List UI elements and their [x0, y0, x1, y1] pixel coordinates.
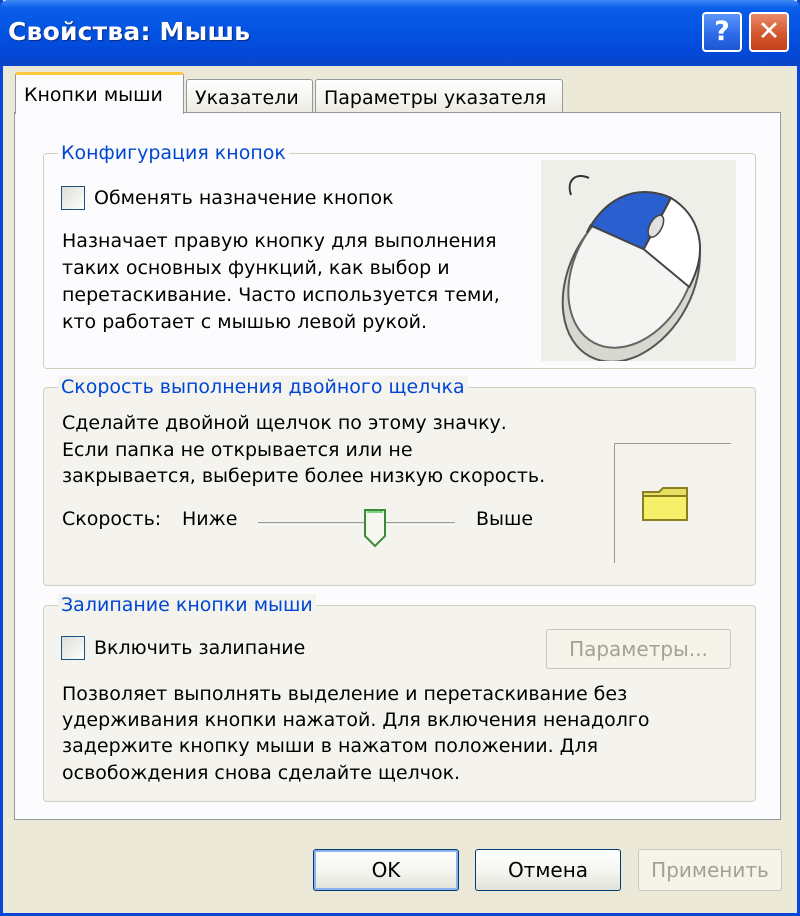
click-lock-settings-button[interactable]: Параметры...	[546, 629, 731, 669]
button-config-desc-line-3: перетаскивание. Часто используется теми,	[62, 284, 500, 306]
speed-fast-label: Выше	[476, 508, 534, 530]
click-lock-desc-line-4: освобождения снова сделайте щелчок.	[62, 762, 461, 784]
double-click-desc-line-1: Сделайте двойной щелчок по этому значку.	[62, 412, 507, 434]
click-lock-label[interactable]: Включить залипание	[94, 635, 305, 661]
folder-icon[interactable]	[641, 484, 691, 524]
swap-buttons-checkbox[interactable]	[61, 186, 85, 210]
mouse-icon	[541, 160, 736, 363]
ok-button[interactable]: OK	[313, 849, 459, 891]
click-lock-title: Залипание кнопки мыши	[58, 594, 316, 616]
speed-slider-thumb[interactable]	[363, 508, 387, 554]
button-config-title: Конфигурация кнопок	[58, 142, 289, 164]
tab-pointer-options[interactable]: Параметры указателя	[315, 79, 563, 115]
speed-label: Скорость:	[62, 508, 162, 530]
swap-buttons-label[interactable]: Обменять назначение кнопок	[94, 185, 394, 211]
click-lock-desc-line-1: Позволяет выполнять выделение и перетаск…	[62, 683, 628, 705]
title-bar[interactable]: Свойства: Мышь ? ✕	[0, 0, 800, 66]
speed-slider-track[interactable]	[258, 522, 455, 525]
button-config-desc-line-4: кто работает с мышью левой рукой.	[62, 311, 428, 333]
click-lock-desc-line-3: задержите кнопку мыши в нажатом положени…	[62, 735, 599, 757]
click-lock-desc-line-2: удерживания кнопки нажатой. Для включени…	[62, 709, 650, 731]
tab-pointers[interactable]: Указатели	[186, 79, 313, 115]
double-click-desc-line-2: Если папка не открывается или не	[62, 439, 413, 461]
button-config-desc-line-2: таких основных функций, как выбор и	[62, 257, 450, 279]
cancel-button[interactable]: Отмена	[475, 849, 621, 891]
speed-slow-label: Ниже	[182, 508, 238, 530]
tab-mouse-buttons[interactable]: Кнопки мыши	[15, 72, 184, 114]
apply-button[interactable]: Применить	[638, 849, 782, 891]
click-lock-checkbox[interactable]	[61, 636, 85, 660]
double-click-desc-line-3: закрывается, выберите более низкую скоро…	[62, 465, 546, 487]
close-button[interactable]: ✕	[749, 12, 789, 52]
test-folder-area[interactable]	[614, 443, 731, 563]
mouse-properties-window: Свойства: Мышь ? ✕ Кнопки мыши Указатели…	[0, 0, 800, 916]
button-config-desc-line-1: Назначает правую кнопку для выполнения	[62, 230, 497, 252]
double-click-title: Скорость выполнения двойного щелчка	[58, 376, 468, 398]
window-title: Свойства: Мышь	[8, 17, 251, 46]
help-button[interactable]: ?	[702, 12, 742, 52]
